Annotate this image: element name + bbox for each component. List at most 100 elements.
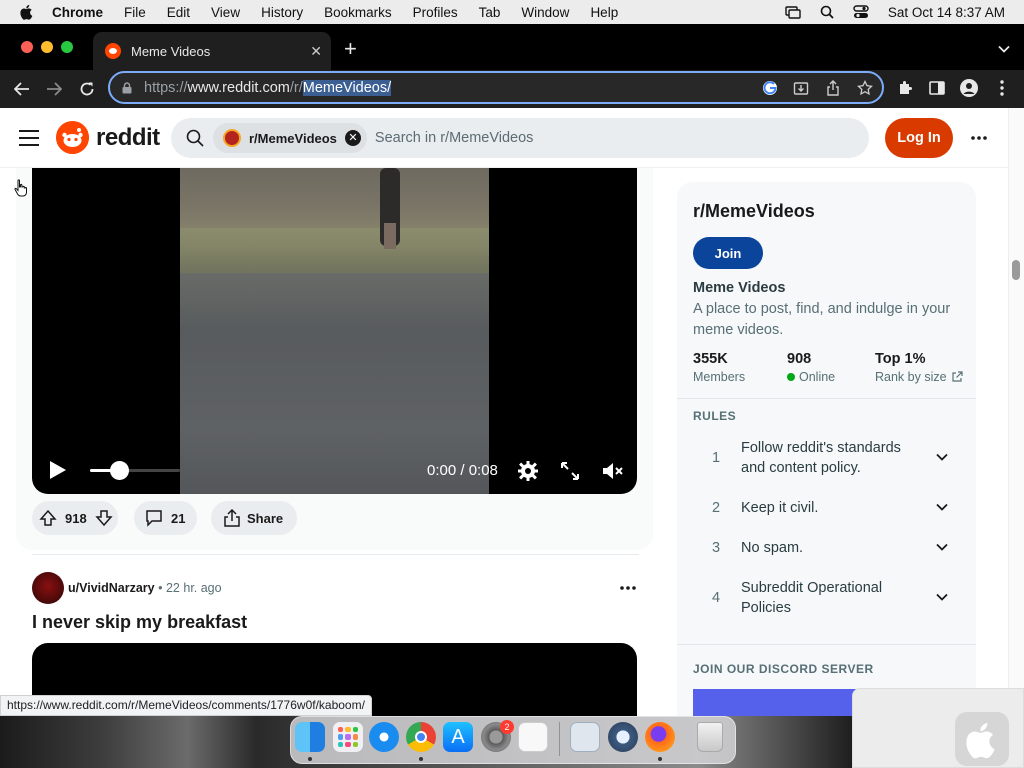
stat-value: 908 xyxy=(787,351,812,367)
share-page-icon[interactable] xyxy=(824,79,842,97)
window-zoom-button[interactable] xyxy=(61,41,73,53)
apple-logo-tile xyxy=(955,712,1009,766)
community-title[interactable]: r/MemeVideos xyxy=(693,201,815,222)
post-more-options-icon[interactable] xyxy=(620,586,636,590)
window-close-button[interactable] xyxy=(21,41,33,53)
chevron-down-icon[interactable] xyxy=(936,543,948,551)
preview-icon[interactable] xyxy=(570,722,600,752)
firefox-icon[interactable] xyxy=(645,722,675,752)
menu-view[interactable]: View xyxy=(211,5,240,20)
chevron-down-icon[interactable] xyxy=(936,593,948,601)
external-link-icon[interactable] xyxy=(951,371,963,383)
rule-text: Keep it civil. xyxy=(741,500,819,516)
video-player[interactable] xyxy=(32,168,637,494)
quicktime-icon[interactable] xyxy=(608,722,638,752)
chrome-menu-icon[interactable] xyxy=(993,79,1011,97)
url-text[interactable]: https://www.reddit.com/r/MemeVideos/ xyxy=(144,79,392,96)
post-author[interactable]: u/VividNarzary xyxy=(68,581,155,595)
subreddit-search-bar[interactable]: r/MemeVideos ✕ Search in r/MemeVideos xyxy=(171,118,869,158)
search-placeholder[interactable]: Search in r/MemeVideos xyxy=(375,130,534,146)
chevron-down-icon[interactable] xyxy=(936,503,948,511)
bookmark-star-icon[interactable] xyxy=(856,79,874,97)
volume-slider-handle[interactable] xyxy=(110,461,129,480)
play-icon[interactable] xyxy=(49,460,67,480)
menu-file[interactable]: File xyxy=(124,5,146,20)
rule-item[interactable]: 1 Follow reddit's standards and content … xyxy=(693,438,961,478)
chrome-icon[interactable] xyxy=(406,722,436,752)
join-button[interactable]: Join xyxy=(693,237,763,269)
rule-item[interactable]: 4 Subreddit Operational Policies xyxy=(693,578,961,618)
reload-icon[interactable] xyxy=(77,80,97,98)
notification-badge: 2 xyxy=(500,720,514,734)
menu-history[interactable]: History xyxy=(261,5,303,20)
user-avatar[interactable] xyxy=(32,572,64,604)
downvote-arrow-icon[interactable] xyxy=(95,509,113,527)
menubar-clock[interactable]: Sat Oct 14 8:37 AM xyxy=(888,5,1005,20)
menu-edit[interactable]: Edit xyxy=(167,5,190,20)
share-icon xyxy=(224,509,240,527)
menu-app-name[interactable]: Chrome xyxy=(52,5,103,20)
reddit-wordmark[interactable]: reddit xyxy=(96,124,160,152)
hamburger-menu-icon[interactable] xyxy=(19,130,39,146)
video-settings-gear-icon[interactable] xyxy=(517,460,539,482)
chevron-down-icon[interactable] xyxy=(936,453,948,461)
vote-pill: 918 xyxy=(32,501,118,535)
comment-count: 21 xyxy=(171,510,186,526)
lock-icon[interactable] xyxy=(122,81,132,94)
apple-menu-icon[interactable] xyxy=(18,4,36,20)
side-panel-icon[interactable] xyxy=(928,79,946,97)
screen-mirroring-icon[interactable] xyxy=(782,0,804,24)
reddit-logo-icon[interactable] xyxy=(56,121,89,154)
scrollbar-thumb[interactable] xyxy=(1012,260,1020,280)
header-more-options-icon[interactable] xyxy=(971,136,987,140)
spotlight-search-icon[interactable] xyxy=(816,0,838,24)
url-host: www.reddit.com xyxy=(187,79,290,96)
clear-scope-icon[interactable]: ✕ xyxy=(344,130,361,146)
forward-arrow-icon[interactable] xyxy=(44,80,64,98)
login-button[interactable]: Log In xyxy=(885,118,953,158)
menu-profiles[interactable]: Profiles xyxy=(413,5,458,20)
stat-value: Top 1% xyxy=(875,351,926,367)
stat-label[interactable]: Rank by size xyxy=(875,370,947,384)
url-scheme: https:// xyxy=(144,79,188,96)
menu-window[interactable]: Window xyxy=(521,5,569,20)
rule-item[interactable]: 3 No spam. xyxy=(693,538,961,558)
new-tab-button[interactable]: + xyxy=(344,36,357,62)
search-scope-chip[interactable]: r/MemeVideos ✕ xyxy=(213,123,367,153)
install-app-icon[interactable] xyxy=(792,79,810,97)
comments-button[interactable]: 21 xyxy=(134,501,197,535)
menu-bookmarks[interactable]: Bookmarks xyxy=(324,5,392,20)
menu-help[interactable]: Help xyxy=(590,5,618,20)
extensions-puzzle-icon[interactable] xyxy=(896,79,914,97)
stat-value: 355K xyxy=(693,351,728,367)
safari-icon[interactable] xyxy=(369,722,399,752)
page-scrollbar[interactable] xyxy=(1008,108,1024,768)
rule-text: Subreddit Operational Policies xyxy=(741,580,883,616)
google-lens-icon[interactable] xyxy=(761,79,779,97)
sidebar-divider xyxy=(677,644,976,645)
video-time: 0:00 / 0:08 xyxy=(427,462,498,479)
stat-rank: Top 1% Rank by size xyxy=(875,351,963,384)
window-minimize-button[interactable] xyxy=(41,41,53,53)
tab-close-icon[interactable]: ✕ xyxy=(310,43,322,60)
back-arrow-icon[interactable] xyxy=(12,80,32,98)
tab-search-chevron-icon[interactable] xyxy=(998,40,1010,58)
launchpad-icon[interactable] xyxy=(333,722,363,752)
control-center-icon[interactable] xyxy=(850,0,872,24)
upvote-arrow-icon[interactable] xyxy=(39,509,57,527)
app-store-icon[interactable]: A xyxy=(443,722,473,752)
share-button[interactable]: Share xyxy=(211,501,297,535)
finder-icon[interactable] xyxy=(295,722,325,752)
browser-tab-active[interactable]: Meme Videos ✕ xyxy=(93,32,331,70)
rule-item[interactable]: 2 Keep it civil. xyxy=(693,498,961,518)
muted-speaker-icon[interactable] xyxy=(601,460,623,482)
search-icon xyxy=(186,129,204,147)
fullscreen-icon[interactable] xyxy=(559,460,581,482)
profile-avatar-icon[interactable] xyxy=(960,79,978,97)
video-frame-legs xyxy=(384,223,396,249)
menu-tab[interactable]: Tab xyxy=(479,5,501,20)
post-title[interactable]: I never skip my breakfast xyxy=(32,612,247,633)
upvote-count: 918 xyxy=(65,510,87,526)
trash-icon[interactable] xyxy=(697,722,723,752)
textedit-icon[interactable] xyxy=(518,722,548,752)
